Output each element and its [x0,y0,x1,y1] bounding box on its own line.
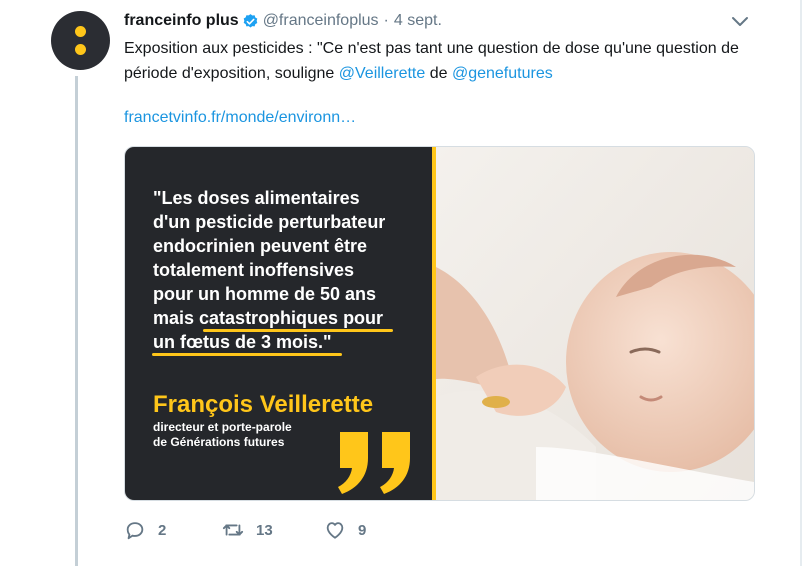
tweet-header: franceinfo plus @franceinfoplus · 4 sept… [124,10,442,32]
baby-photo [436,147,754,500]
mention-veillerette[interactable]: @Veillerette [339,65,426,82]
account-handle[interactable]: @franceinfoplus [263,12,379,30]
thread-line [75,76,78,566]
like-icon [326,522,344,539]
avatar-dot [75,44,86,55]
quote-mark-icon [338,432,410,494]
chevron-down-icon[interactable] [729,14,751,30]
retweet-count: 13 [256,521,273,539]
reply-button[interactable]: 2 [124,515,166,545]
tweet-text: Exposition aux pesticides : "Ce n'est pa… [124,36,744,86]
like-button[interactable]: 9 [324,515,366,545]
tweet-date[interactable]: 4 sept. [394,12,442,30]
like-count: 9 [358,521,367,539]
reply-icon [126,522,144,540]
retweet-button[interactable]: 13 [222,515,273,545]
media-card[interactable]: "Les doses alimentaires d'un pesticide p… [124,146,755,501]
tweet-text-middle: de [425,65,452,82]
mention-genefutures[interactable]: @genefutures [452,65,553,82]
quote-highlight [203,329,393,332]
article-link[interactable]: francetvinfo.fr/monde/environn… [124,109,356,127]
verified-badge-icon [243,13,257,28]
quote-highlight [152,353,342,356]
speaker-role: directeur et porte-parole de Générations… [153,420,292,449]
reply-count: 2 [158,521,167,539]
speaker-name: François Veillerette [153,391,374,418]
account-name[interactable]: franceinfo plus [124,12,239,30]
retweet-icon [222,524,244,536]
quote-panel: "Les doses alimentaires d'un pesticide p… [125,147,432,500]
avatar-dot [75,26,86,37]
avatar[interactable] [51,11,110,70]
separator: · [383,12,389,29]
